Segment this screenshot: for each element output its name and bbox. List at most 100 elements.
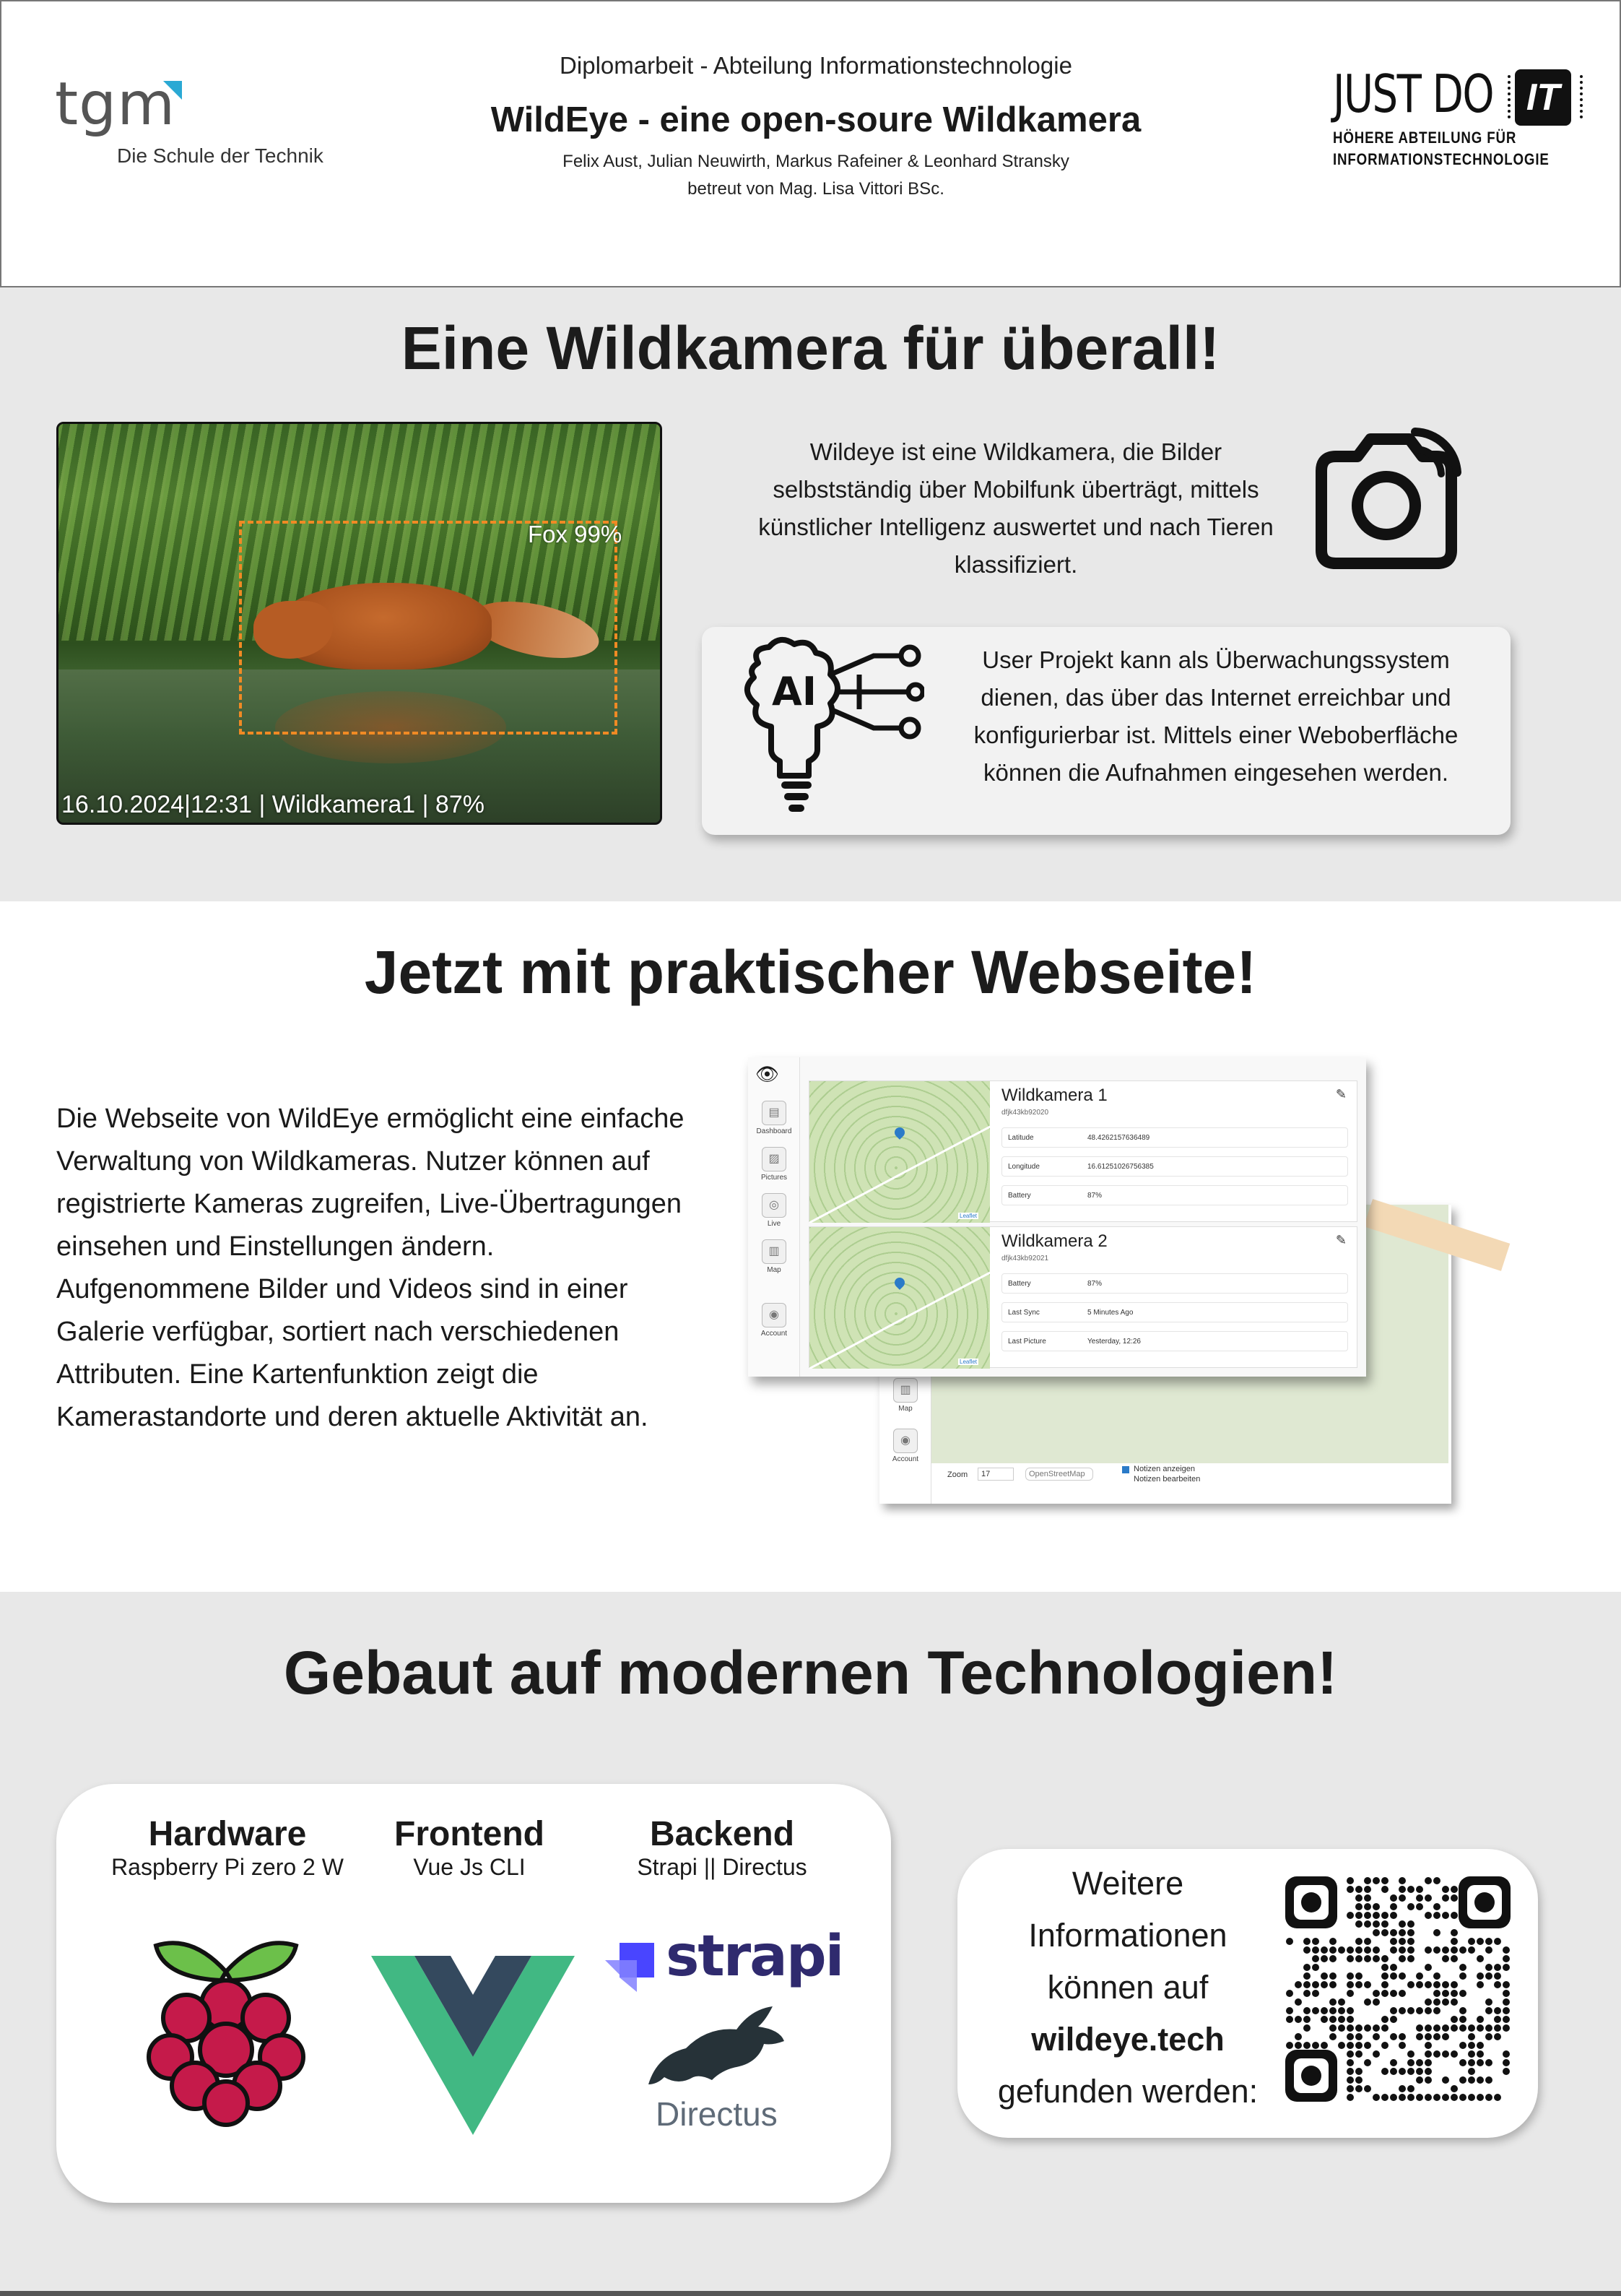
detail-label: Battery xyxy=(1008,1280,1031,1288)
camera-map[interactable]: Leaflet xyxy=(809,1081,990,1223)
qr-module xyxy=(1442,1981,1449,1988)
qr-module xyxy=(1442,2033,1449,2040)
qr-module xyxy=(1373,1903,1380,1910)
qr-module xyxy=(1477,2050,1484,2058)
zoom-input[interactable]: 17 xyxy=(978,1468,1014,1481)
qr-module xyxy=(1399,2094,1406,2101)
qr-module xyxy=(1494,2016,1501,2023)
qr-module xyxy=(1433,1998,1440,2006)
qr-module xyxy=(1355,1972,1363,1980)
website-text-line: einsehen und Einstellungen ändern. xyxy=(56,1231,495,1262)
qr-module xyxy=(1312,1964,1319,1971)
qr-module xyxy=(1416,2068,1423,2075)
qr-module xyxy=(1485,1972,1492,1980)
sidebar-item-dashboard[interactable]: ▤ Dashboard xyxy=(754,1101,794,1135)
qr-module xyxy=(1503,2059,1510,2066)
qr-module xyxy=(1303,1938,1311,1945)
map-layer-select[interactable]: OpenStreetMap xyxy=(1025,1468,1093,1481)
qr-module xyxy=(1494,1981,1501,1988)
qr-module xyxy=(1425,2042,1432,2049)
qr-module xyxy=(1373,2050,1380,2058)
qr-module xyxy=(1485,2033,1492,2040)
qr-module xyxy=(1312,1946,1319,1954)
qr-module xyxy=(1286,1990,1293,1997)
qr-module xyxy=(1459,1964,1466,1971)
qr-module xyxy=(1390,1929,1397,1936)
qr-module xyxy=(1286,2007,1293,2014)
notes-edit-label: Notizen bearbeiten xyxy=(1134,1475,1201,1483)
qr-module xyxy=(1312,2042,1319,2049)
qr-module xyxy=(1355,1894,1363,1902)
qr-module xyxy=(1425,2033,1432,2040)
qr-module xyxy=(1347,1946,1354,1954)
qr-module xyxy=(1442,1955,1449,1962)
edit-icon[interactable]: ✎ xyxy=(1336,1233,1347,1248)
sidebar-item-map[interactable]: ▥ Map xyxy=(754,1239,794,1274)
qr-module xyxy=(1407,1903,1414,1910)
sidebar-item-map[interactable]: ▥ Map xyxy=(885,1378,926,1413)
qr-module xyxy=(1303,2016,1311,2023)
qr-module xyxy=(1442,1886,1449,1893)
qr-module xyxy=(1312,2007,1319,2014)
ai-text: User Projekt kann als Überwachungssystem… xyxy=(973,646,1459,786)
edit-icon[interactable]: ✎ xyxy=(1336,1087,1347,1102)
qr-module xyxy=(1459,1990,1466,1997)
sidebar-item-pictures[interactable]: ▨ Pictures xyxy=(754,1147,794,1182)
qr-module xyxy=(1373,1955,1380,1962)
qr-module xyxy=(1459,1946,1466,1954)
qr-module xyxy=(1390,1903,1397,1910)
qr-code-icon[interactable] xyxy=(1285,1876,1511,2102)
qr-module xyxy=(1390,1972,1397,1980)
sidebar-label: Live xyxy=(767,1220,781,1228)
qr-module xyxy=(1286,2016,1293,2023)
qr-module xyxy=(1381,1964,1389,1971)
qr-module xyxy=(1425,1981,1432,1988)
qr-module xyxy=(1407,1920,1414,1928)
detail-label: Latitude xyxy=(1008,1134,1034,1142)
qr-module xyxy=(1373,2094,1380,2101)
svg-text:AI: AI xyxy=(772,669,817,714)
website-link[interactable]: wildeye.tech xyxy=(976,2014,1279,2066)
qr-module xyxy=(1494,1964,1501,1971)
qr-module xyxy=(1468,2068,1475,2075)
qr-module xyxy=(1459,2042,1466,2049)
qr-module xyxy=(1485,1964,1492,1971)
website-text-line: Kamerastandorte und deren aktuelle Aktiv… xyxy=(56,1402,648,1432)
camera-card[interactable]: Leaflet Wildkamera 2 dfjk43kb92021 ✎ Bat… xyxy=(809,1226,1357,1369)
website-text-line: Verwaltung von Wildkameras. Nutzer könne… xyxy=(56,1146,650,1177)
qr-module xyxy=(1459,2007,1466,2014)
qr-module xyxy=(1390,1912,1397,1919)
ai-lightbulb-icon: AI xyxy=(744,637,924,812)
qr-module xyxy=(1468,2076,1475,2084)
qr-module xyxy=(1425,1912,1432,1919)
sidebar-item-account[interactable]: ◉ Account xyxy=(754,1303,794,1338)
leaflet-attribution[interactable]: Leaflet xyxy=(958,1359,979,1365)
notes-checkbox[interactable] xyxy=(1122,1466,1129,1473)
qr-module xyxy=(1407,2068,1414,2075)
qr-module xyxy=(1459,2094,1466,2101)
qr-module xyxy=(1373,2033,1380,2040)
camera-card[interactable]: Leaflet Wildkamera 1 dfjk43kb92020 ✎ Lat… xyxy=(809,1080,1357,1223)
qr-module xyxy=(1364,2042,1371,2049)
qr-module xyxy=(1399,1886,1406,1893)
qr-module xyxy=(1468,2050,1475,2058)
qr-module xyxy=(1442,1912,1449,1919)
sidebar-item-live[interactable]: ◎ Live xyxy=(754,1193,794,1228)
department-line: Diplomarbeit - Abteilung Informationstec… xyxy=(560,52,1072,79)
more-info-text: Weitere Informationen können auf wildeye… xyxy=(976,1858,1279,2118)
qr-module xyxy=(1433,2050,1440,2058)
fox-photo: Fox 99% 16.10.2024|12:31 | Wildkamera1 |… xyxy=(56,422,662,825)
sidebar-item-account[interactable]: ◉ Account xyxy=(885,1429,926,1463)
qr-module xyxy=(1433,2024,1440,2032)
qr-module xyxy=(1355,2050,1363,2058)
qr-module xyxy=(1347,2016,1354,2023)
qr-module xyxy=(1364,2024,1371,2032)
qr-module xyxy=(1390,2094,1397,2101)
leaflet-attribution[interactable]: Leaflet xyxy=(958,1213,979,1219)
qr-module xyxy=(1459,1972,1466,1980)
qr-module xyxy=(1399,1894,1406,1902)
qr-module xyxy=(1329,1998,1337,2006)
qr-module xyxy=(1399,1990,1406,1997)
qr-module xyxy=(1399,2033,1406,2040)
camera-map[interactable]: Leaflet xyxy=(809,1227,990,1369)
